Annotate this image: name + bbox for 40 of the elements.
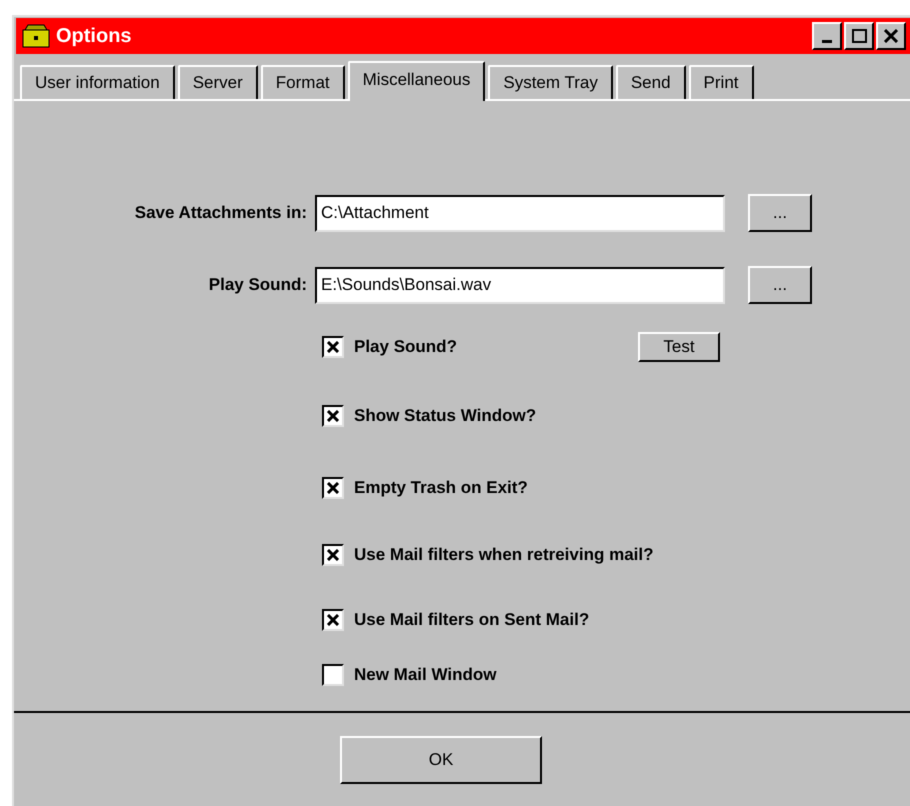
checkbox-label: Show Status Window? xyxy=(354,405,536,428)
minimize-button[interactable] xyxy=(812,22,842,50)
field-label: Save Attachments in: xyxy=(134,202,308,224)
path-field[interactable]: E:\Sounds\Bonsai.wav xyxy=(315,266,725,304)
check-mark-icon xyxy=(327,410,339,422)
tab[interactable]: Send xyxy=(616,65,686,99)
tab[interactable]: Format xyxy=(260,65,345,99)
checkbox[interactable] xyxy=(322,609,344,631)
checkbox-label: Use Mail filters on Sent Mail? xyxy=(354,609,590,632)
checkbox-label: Play Sound? xyxy=(354,336,458,358)
checkbox-label: Use Mail filters when retreiving mail? xyxy=(354,544,654,566)
check-mark-icon xyxy=(327,549,339,561)
tab[interactable]: Print xyxy=(688,65,754,99)
check-mark-icon xyxy=(327,482,339,494)
close-button[interactable] xyxy=(876,22,906,50)
chest-icon xyxy=(22,24,50,48)
maximize-button[interactable] xyxy=(844,22,874,50)
tab[interactable]: System Tray xyxy=(488,65,613,99)
maximize-icon xyxy=(852,29,866,43)
tab[interactable]: Server xyxy=(178,65,258,99)
tab[interactable]: User information xyxy=(20,65,175,99)
path-field[interactable]: C:\Attachment xyxy=(315,194,725,232)
checkbox-label: Empty Trash on Exit? xyxy=(354,477,528,500)
minimize-icon xyxy=(822,40,832,42)
checkbox[interactable] xyxy=(322,336,344,358)
test-button[interactable]: Test xyxy=(638,332,720,362)
checkbox-label: New Mail Window xyxy=(354,664,496,686)
check-mark-icon xyxy=(327,341,339,353)
browse-button[interactable]: ... xyxy=(748,266,812,304)
window-title: Options xyxy=(56,24,132,49)
check-mark-icon xyxy=(327,614,339,626)
field-label: Play Sound: xyxy=(208,274,308,296)
tab[interactable]: Miscellaneous xyxy=(348,61,486,101)
browse-button[interactable]: ... xyxy=(748,194,812,232)
close-icon xyxy=(884,29,898,43)
checkbox[interactable] xyxy=(322,405,344,427)
checkbox[interactable] xyxy=(322,477,344,499)
ok-button[interactable]: OK xyxy=(340,736,542,784)
checkbox[interactable] xyxy=(322,544,344,566)
checkbox[interactable] xyxy=(322,664,344,686)
